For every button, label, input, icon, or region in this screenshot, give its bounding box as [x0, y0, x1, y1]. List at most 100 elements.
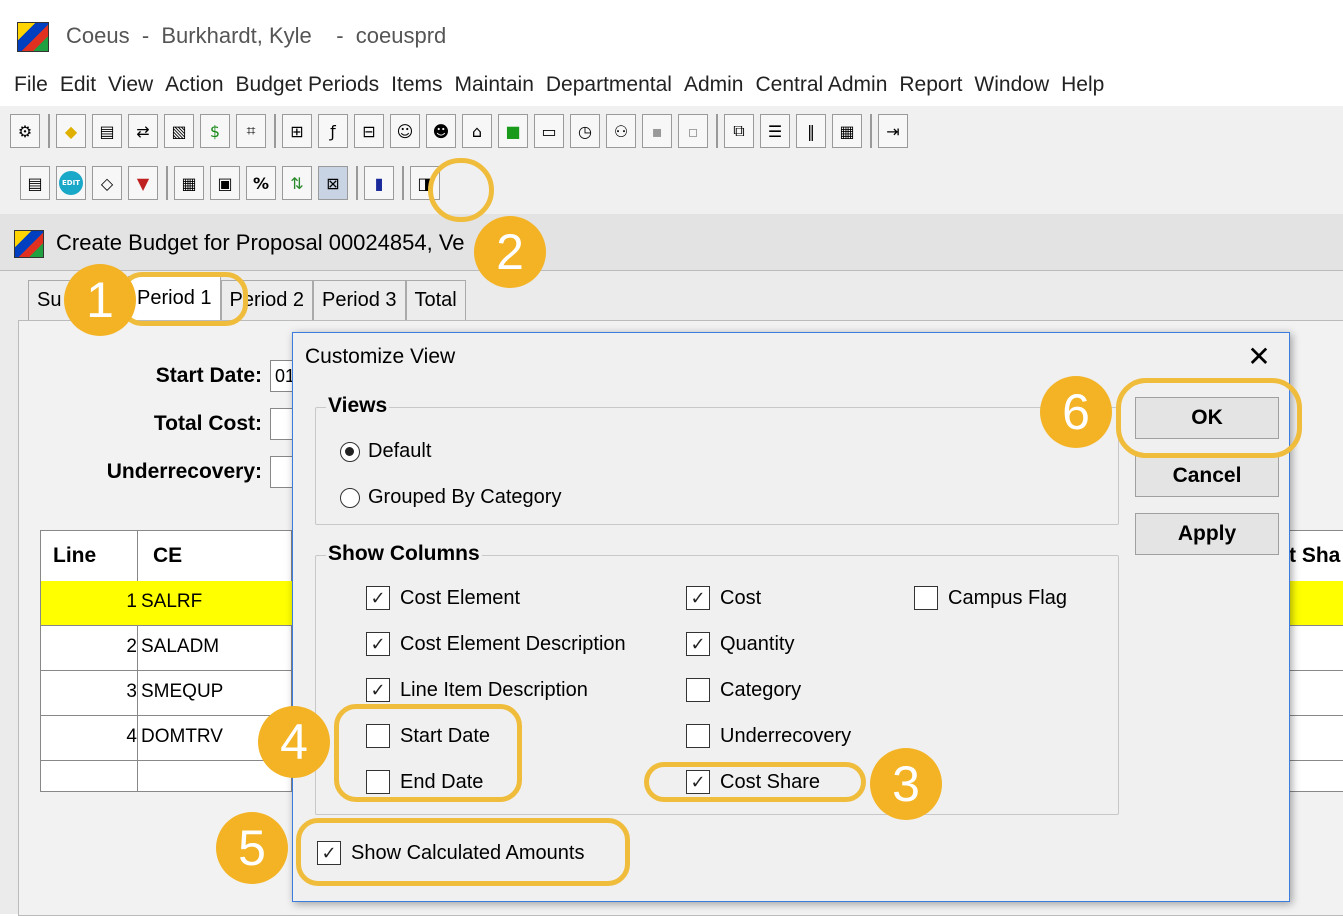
toolbar-separator [48, 114, 50, 148]
menu-admin[interactable]: Admin [684, 73, 744, 97]
group-icon[interactable]: ⚇ [606, 114, 636, 148]
apply-button[interactable]: Apply [1135, 513, 1279, 555]
callout-ring-cost-share [644, 762, 866, 802]
toolbar-separator [716, 114, 718, 148]
customize-view-icon[interactable]: ⊠ [318, 166, 348, 200]
close-icon[interactable]: ✕ [1241, 339, 1277, 375]
callout-badge-5: 5 [216, 812, 288, 884]
checkbox-label: Campus Flag [948, 586, 1067, 609]
checkbox-underrecovery[interactable]: Underrecovery [686, 724, 851, 748]
checkbox-category[interactable]: Category [686, 678, 801, 702]
rows-icon[interactable]: ☰ [760, 114, 790, 148]
columns-icon[interactable]: ‖ [796, 114, 826, 148]
eraser-icon[interactable]: ◇ [92, 166, 122, 200]
title-bar: Coeus - Burkhardt, Kyle - coeusprd [0, 0, 1343, 64]
formula-icon[interactable]: ƒ [318, 114, 348, 148]
document-icon[interactable]: ▤ [20, 166, 50, 200]
callout-badge-2: 2 [474, 216, 546, 288]
checkbox-indicator [686, 678, 710, 702]
menu-action[interactable]: Action [165, 73, 223, 97]
copy-icon[interactable]: ▤ [92, 114, 122, 148]
diamond-icon[interactable]: ◆ [56, 114, 86, 148]
views-group-title: Views [326, 394, 390, 418]
radio-grouped-by-category[interactable]: Grouped By Category [340, 486, 561, 509]
monitor-icon[interactable]: ▭ [534, 114, 564, 148]
callout-badge-6: 6 [1040, 376, 1112, 448]
org-chart-icon[interactable]: ⌂ [462, 114, 492, 148]
checkbox-label: Cost Element Description [400, 632, 626, 655]
app-logo-icon [14, 230, 44, 258]
budget-window-title: Create Budget for Proposal 00024854, Ve [56, 230, 465, 255]
column-header-cost-share[interactable]: t Sha [1289, 531, 1340, 581]
grey-box-icon[interactable]: ▪ [642, 114, 672, 148]
menu-file[interactable]: File [14, 73, 48, 97]
shield-icon[interactable]: ▼ [128, 166, 158, 200]
percent-icon[interactable]: % [246, 166, 276, 200]
checkbox-indicator: ✓ [366, 678, 390, 702]
save-icon[interactable]: ▮ [364, 166, 394, 200]
checkbox-cost-element-description[interactable]: ✓ Cost Element Description [366, 632, 626, 656]
dialog-title: Customize View [305, 345, 456, 368]
checkbox-label: Cost [720, 586, 762, 609]
period-icon[interactable]: ▣ [210, 166, 240, 200]
menu-edit[interactable]: Edit [60, 73, 96, 97]
line-number: 2 [126, 636, 137, 657]
green-square-icon[interactable]: ■ [498, 114, 528, 148]
menu-maintain[interactable]: Maintain [455, 73, 534, 97]
money-bag-icon[interactable]: $ [200, 114, 230, 148]
checkbox-cost[interactable]: ✓ Cost [686, 586, 761, 610]
budget-toolbar: ▤ EDIT ◇ ▼ ▦ ▣ % ⇅ ⊠ ▮ ◨ [0, 158, 1343, 215]
chart-icon[interactable]: ⇅ [282, 166, 312, 200]
column-header-ce[interactable]: CE [153, 531, 182, 581]
cost-element: SALRF [141, 591, 203, 612]
toolbar-separator [166, 166, 168, 200]
edit-icon[interactable]: EDIT [56, 166, 86, 200]
checkbox-cost-element[interactable]: ✓ Cost Element [366, 586, 520, 610]
tab-total[interactable]: Total [405, 280, 466, 320]
edit-glyph: EDIT [59, 171, 83, 195]
tool-1-icon[interactable]: ⚙ [10, 114, 40, 148]
menu-window[interactable]: Window [974, 73, 1049, 97]
checkbox-label: Quantity [720, 632, 795, 655]
menu-view[interactable]: View [108, 73, 153, 97]
radio-default-label: Default [368, 440, 432, 462]
split-icon[interactable]: ⧉ [724, 114, 754, 148]
menu-help[interactable]: Help [1061, 73, 1104, 97]
show-columns-group-title: Show Columns [326, 542, 482, 566]
checkbox-label: Category [720, 678, 802, 701]
cancel-button[interactable]: Cancel [1135, 455, 1279, 497]
checkbox-campus-flag[interactable]: Campus Flag [914, 586, 1067, 610]
menu-budget-periods[interactable]: Budget Periods [236, 73, 380, 97]
menu-report[interactable]: Report [899, 73, 962, 97]
total-cost-row: Total Cost: [22, 408, 330, 440]
windows-icon[interactable]: ▧ [164, 114, 194, 148]
tree-icon[interactable]: ⊞ [282, 114, 312, 148]
menu-departmental[interactable]: Departmental [546, 73, 672, 97]
start-date-label: Start Date: [155, 364, 262, 387]
cost-element: DOMTRV [141, 726, 223, 747]
exit-icon[interactable]: ⇥ [878, 114, 908, 148]
checkbox-quantity[interactable]: ✓ Quantity [686, 632, 794, 656]
menu-central-admin[interactable]: Central Admin [755, 73, 887, 97]
callout-ring-period-tab [120, 272, 248, 326]
network-icon[interactable]: ⌗ [236, 114, 266, 148]
toolbar-separator [274, 114, 276, 148]
hierarchy-icon[interactable]: ⊟ [354, 114, 384, 148]
tab-period-3[interactable]: Period 3 [313, 280, 406, 320]
radio-default[interactable]: Default [340, 440, 431, 463]
transfer-icon[interactable]: ⇄ [128, 114, 158, 148]
persons-icon[interactable]: ☻ [426, 114, 456, 148]
checkbox-line-item-description[interactable]: ✓ Line Item Description [366, 678, 588, 702]
checkbox-indicator: ✓ [366, 632, 390, 656]
start-date-row: Start Date: 01 [22, 360, 330, 392]
people-icon[interactable]: ☺ [390, 114, 420, 148]
clock-icon[interactable]: ◷ [570, 114, 600, 148]
menu-bar: File Edit View Action Budget Periods Ite… [0, 64, 1343, 106]
column-header-line[interactable]: Line [53, 531, 96, 581]
calendar-icon[interactable]: ▦ [832, 114, 862, 148]
calculator-icon[interactable]: ▦ [174, 166, 204, 200]
callout-badge-4: 4 [258, 706, 330, 778]
line-number: 3 [126, 681, 137, 702]
menu-items[interactable]: Items [391, 73, 442, 97]
grey-monitor-icon[interactable]: ▫ [678, 114, 708, 148]
